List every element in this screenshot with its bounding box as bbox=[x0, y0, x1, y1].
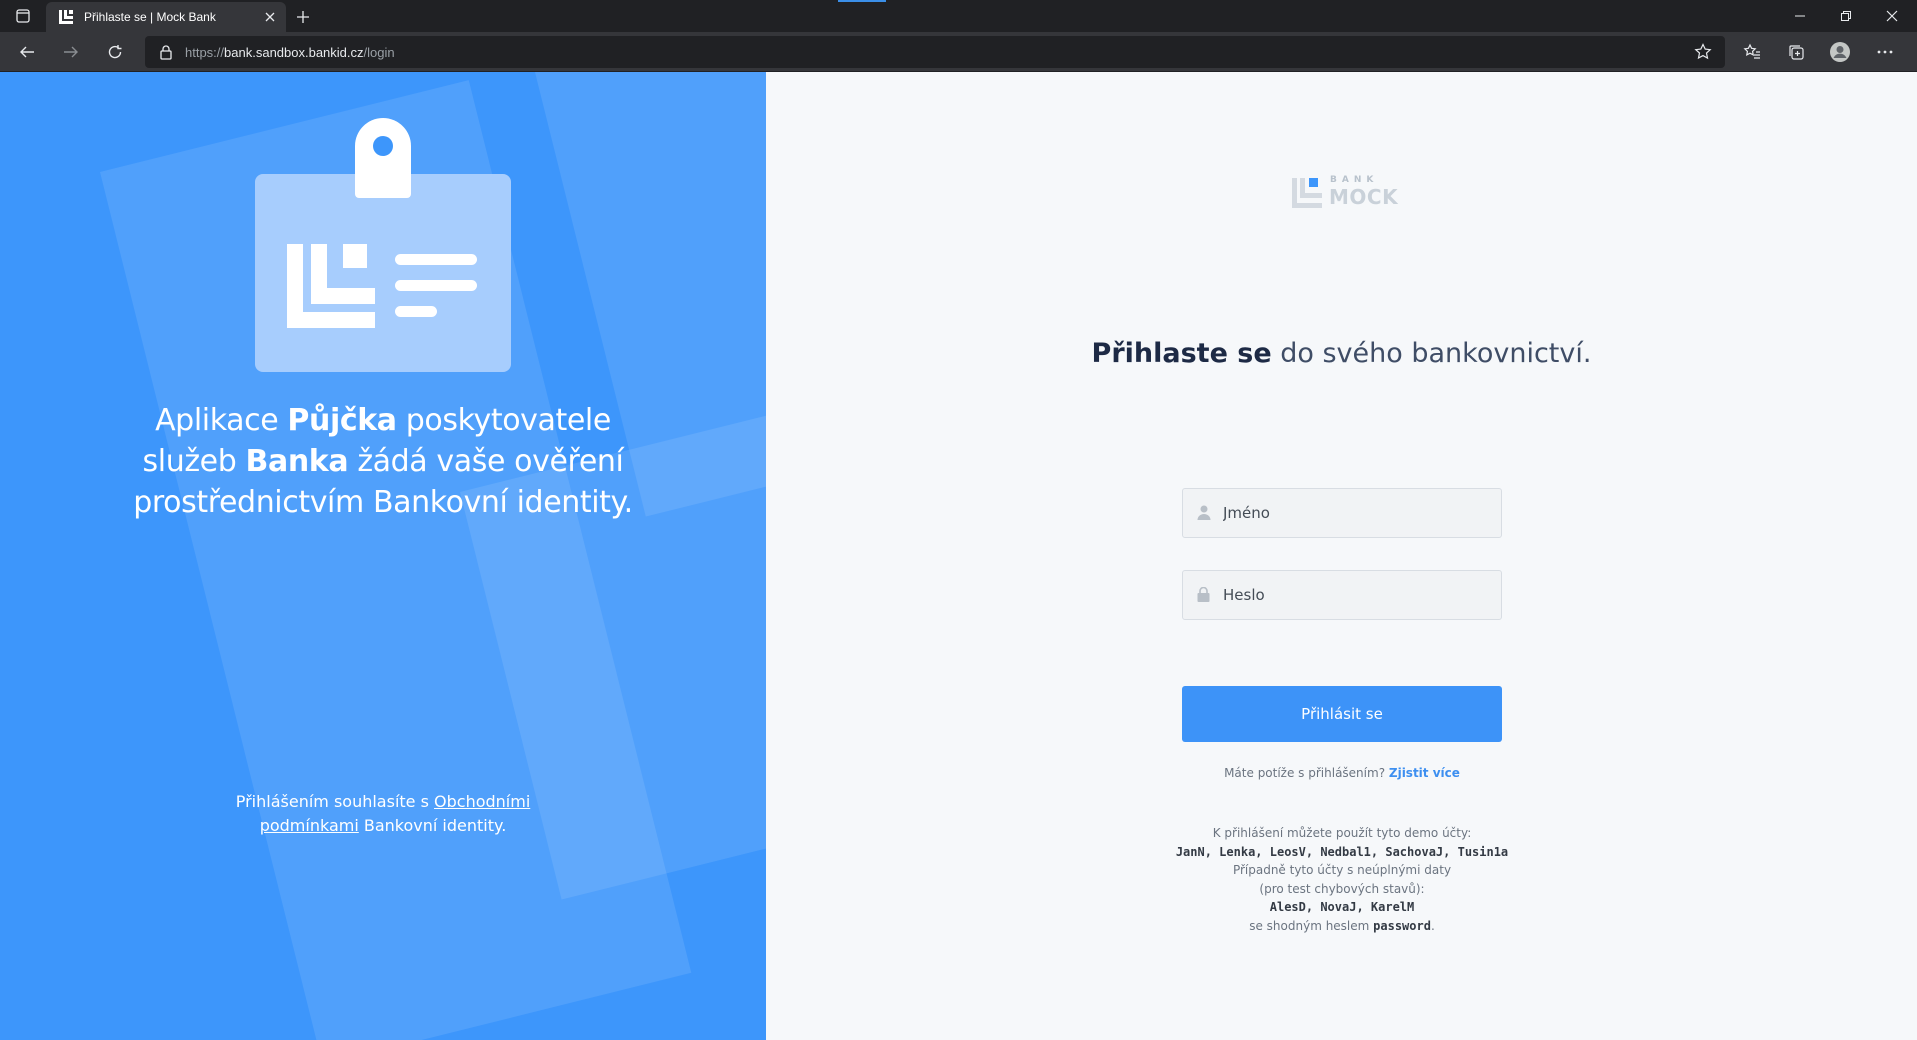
close-tab-icon[interactable] bbox=[262, 9, 278, 25]
lock-icon[interactable] bbox=[159, 44, 175, 60]
demo-accounts-info: K přihlášení můžete použít tyto demo účt… bbox=[1092, 824, 1592, 935]
learn-more-link[interactable]: Zjistit více bbox=[1389, 766, 1460, 780]
restore-icon[interactable] bbox=[1823, 0, 1869, 32]
password-input[interactable] bbox=[1223, 586, 1483, 604]
demo-alt-line: Případně tyto účty s neúplnými daty bbox=[1232, 863, 1452, 877]
collections-icon[interactable] bbox=[1781, 38, 1811, 66]
demo-alt-note: (pro test chybových stavů): bbox=[1259, 881, 1425, 896]
add-favorite-icon[interactable] bbox=[1693, 42, 1713, 62]
profile-icon[interactable] bbox=[1825, 38, 1855, 66]
password-lock-icon bbox=[1197, 586, 1213, 603]
login-button[interactable]: Přihlásit se bbox=[1182, 686, 1502, 742]
back-icon[interactable] bbox=[12, 38, 42, 66]
consent-request-text: Aplikace Půjčka poskytovatele služeb Ban… bbox=[133, 403, 633, 520]
loading-indicator bbox=[838, 0, 886, 2]
logo-mark-icon bbox=[1292, 178, 1322, 208]
close-window-icon[interactable] bbox=[1869, 0, 1915, 32]
demo-password-line: se shodným heslem password. bbox=[1249, 918, 1435, 933]
demo-intro: K přihlášení můžete použít tyto demo účt… bbox=[1212, 826, 1472, 840]
username-input[interactable] bbox=[1223, 504, 1483, 522]
favicon-icon bbox=[58, 9, 74, 25]
tab-title: Přihlaste se | Mock Bank bbox=[84, 10, 216, 24]
logo-small-text: BANK bbox=[1330, 175, 1379, 185]
more-icon[interactable] bbox=[1870, 38, 1900, 66]
logo-big-text: MOCK bbox=[1329, 185, 1399, 209]
browser-toolbar: https://bank.sandbox.bankid.cz/login bbox=[0, 32, 1917, 72]
favorites-icon[interactable] bbox=[1737, 38, 1767, 66]
id-card-illustration bbox=[255, 118, 511, 372]
password-field[interactable] bbox=[1182, 570, 1502, 620]
active-tab[interactable]: Přihlaste se | Mock Bank bbox=[46, 2, 286, 32]
username-field[interactable] bbox=[1182, 488, 1502, 538]
login-heading: Přihlaste se do svého bankovnictví. bbox=[1091, 338, 1592, 369]
reload-icon[interactable] bbox=[100, 38, 130, 66]
user-icon bbox=[1197, 505, 1213, 521]
new-tab-icon[interactable] bbox=[292, 6, 314, 28]
url-text: https://bank.sandbox.bankid.cz/login bbox=[185, 44, 395, 60]
tab-bar: Přihlaste se | Mock Bank bbox=[0, 0, 1917, 32]
address-bar[interactable]: https://bank.sandbox.bankid.cz/login bbox=[145, 36, 1725, 68]
minimize-icon[interactable] bbox=[1777, 0, 1823, 32]
login-help: Máte potíže s přihlášením? Zjistit více bbox=[1224, 766, 1460, 780]
terms-notice: Přihlášením souhlasíte s Obchodními podm… bbox=[235, 792, 531, 835]
forward-icon[interactable] bbox=[56, 38, 86, 66]
mock-bank-logo: BANK MOCK bbox=[1290, 172, 1400, 212]
demo-accounts-list: JanN, Lenka, LeosV, Nedbal1, SachovaJ, T… bbox=[1175, 844, 1509, 859]
window-menu-icon[interactable] bbox=[0, 0, 46, 32]
demo-alt-accounts-list: AlesD, NovaJ, KarelM bbox=[1269, 900, 1415, 914]
